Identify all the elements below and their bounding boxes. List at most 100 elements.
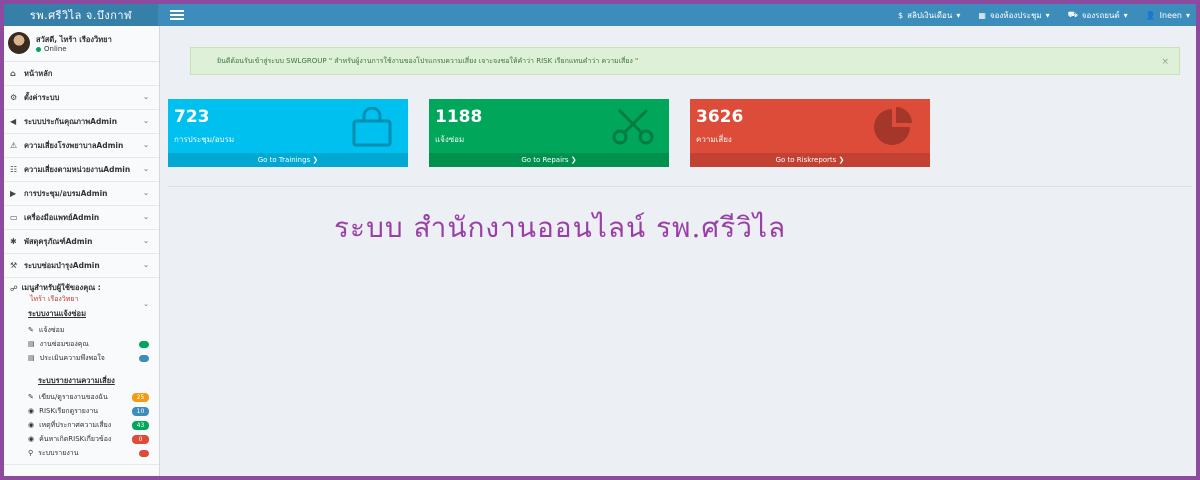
stat-box-trainings: 723 การประชุม/อบรม Go to Trainings ❯ [168, 99, 408, 167]
user-menu-title: เมนูสำหรับผู้ใช้ของคุณ : [21, 283, 101, 292]
megaphone-icon: ◀ [10, 117, 17, 126]
stat-label: การประชุม/อบรม [174, 135, 235, 144]
scissors-icon [612, 108, 654, 145]
risk-system-title: ระบบรายงานความเสี่ยง [38, 376, 115, 385]
sidebar-item-maintenance[interactable]: ⚒ ระบบซ่อมบำรุงAdmin ⌄ [4, 254, 159, 278]
sidebar-link-report-repair[interactable]: ✎ แจ้งซ่อม [10, 323, 153, 337]
sidebar-link-my-risk-reports[interactable]: ✎ เขียน/ดูรายงานของฉัน 25 [10, 390, 153, 404]
count-badge: 43 [132, 420, 149, 430]
sidebar-item-label: ระบบประกันคุณภาพAdmin [24, 116, 118, 126]
nav-label: Ineen [1159, 10, 1182, 20]
pencil-icon: ✎ [28, 326, 34, 334]
sitemap-icon: ☍ [10, 283, 18, 293]
caret-down-icon: ▾ [1123, 10, 1128, 20]
count-badge: 10 [132, 406, 149, 416]
nav-label: จองห้องประชุม [989, 10, 1042, 20]
stat-value: 3626 [696, 107, 744, 127]
stat-box-repairs: 1188 แจ้งซ่อม Go to Repairs ❯ [429, 99, 669, 167]
warning-icon: ⚠ [10, 141, 18, 150]
calendar-icon: ▦ [978, 10, 986, 20]
sidebar-link-view-risk[interactable]: ◉ RISKเรียกดูรายงาน 10 [10, 404, 153, 418]
stat-box-riskreports: 3626 ความเสี่ยง Go to Riskreports ❯ [690, 99, 930, 167]
alert-text: ยินดีต้อนรับเข้าสู่ระบบ SWLGROUP " สำหรั… [217, 56, 639, 65]
chevron-down-icon: ⌄ [143, 141, 149, 149]
wrench-icon: ✱ [10, 237, 17, 246]
content-divider [168, 186, 1192, 187]
chevron-down-icon: ⌄ [143, 117, 149, 125]
repair-system-title: ระบบงานแจ้งซ่อม [28, 309, 87, 318]
link-label: ระบบรายงาน [38, 448, 79, 457]
sidebar-item-label: ความเสี่ยงตามหน่วยงานAdmin [24, 164, 131, 174]
sidebar-item-label: พัสดุครุภัณฑ์Admin [24, 236, 93, 246]
sidebar-item-quality[interactable]: ◀ ระบบประกันคุณภาพAdmin ⌄ [4, 110, 159, 134]
link-label: แจ้งซ่อม [38, 325, 65, 334]
sidebar-item-label: ตั้งค่าระบบ [24, 92, 60, 102]
stat-value: 723 [174, 107, 210, 127]
go-to-repairs-link[interactable]: Go to Repairs ❯ [429, 153, 669, 167]
sidebar-item-unit-risk[interactable]: ☷ ความเสี่ยงตามหน่วยงานAdmin ⌄ [4, 158, 159, 182]
sidebar-item-label: ความเสี่ยงโรงพยาบาลAdmin [24, 140, 124, 150]
sidebar-link-reports[interactable]: ⚲ ระบบรายงาน [10, 446, 153, 460]
app-logo[interactable]: รพ.ศรีวิไล จ.บึงกาฬ [4, 4, 158, 26]
chevron-down-icon[interactable]: ⌄ [143, 300, 149, 308]
go-to-trainings-link[interactable]: Go to Trainings ❯ [168, 153, 408, 167]
sidebar-item-hospital-risk[interactable]: ⚠ ความเสี่ยงโรงพยาบาลAdmin ⌄ [4, 134, 159, 158]
sidebar-link-my-repairs[interactable]: ▤ งานซ่อมของคุณ [10, 337, 153, 351]
status-pill [139, 354, 149, 362]
caret-down-icon: ▾ [956, 10, 961, 20]
top-nav-menu: $ สลิปเงินเดือน ▾ ▦ จองห้องประชุม ▾ ⛟ จอ… [898, 4, 1190, 26]
user-menu-owner: ไทร้า เรืองวิทยา [30, 295, 79, 303]
sidebar-item-supplies[interactable]: ✱ พัสดุครุภัณฑ์Admin ⌄ [4, 230, 159, 254]
nav-book-car[interactable]: ⛟ จองรถยนต์ ▾ [1068, 9, 1128, 22]
nav-user-menu[interactable]: 👤 Ineen ▾ [1146, 11, 1190, 20]
sidebar-link-announced-risk[interactable]: ◉ เหตุที่ประกาศความเสี่ยง 43 [10, 418, 153, 432]
link-label: เขียน/ดูรายงานของฉัน [38, 392, 108, 401]
stat-label: ความเสี่ยง [696, 135, 732, 144]
app-frame: รพ.ศรีวิไล จ.บึงกาฬ $ สลิปเงินเดือน ▾ ▦ … [4, 4, 1196, 476]
sidebar-item-label: เครื่องมือแพทย์Admin [24, 212, 100, 222]
user-menu-header[interactable]: ☍ เมนูสำหรับผู้ใช้ของคุณ : [10, 282, 153, 294]
go-to-riskreports-link[interactable]: Go to Riskreports ❯ [690, 153, 930, 167]
avatar [8, 32, 30, 54]
count-badge: 25 [132, 392, 149, 402]
sidebar-link-satisfaction[interactable]: ▤ ประเมินความพึงพอใจ [10, 351, 153, 365]
tools-icon: ⚒ [10, 261, 18, 270]
chevron-down-icon: ⌄ [143, 165, 149, 173]
nav-label: จองรถยนต์ [1081, 10, 1120, 20]
chevron-down-icon: ⌄ [143, 213, 149, 221]
sidebar-item-label: หน้าหลัก [24, 68, 53, 78]
close-icon[interactable]: × [1161, 57, 1169, 67]
chevron-down-icon: ⌄ [143, 189, 149, 197]
caret-down-icon: ▾ [1045, 10, 1050, 20]
list-icon: ▤ [28, 340, 35, 348]
sidebar-item-settings[interactable]: ⚙ ตั้งค่าระบบ ⌄ [4, 86, 159, 110]
sidebar-item-meeting[interactable]: ▶ การประชุม/อบรมAdmin ⌄ [4, 182, 159, 206]
sidebar-item-home[interactable]: ⌂ หน้าหลัก [4, 62, 159, 86]
car-icon: ⛟ [1067, 10, 1078, 19]
nav-label: สลิปเงินเดือน [907, 10, 953, 20]
home-icon: ⌂ [10, 69, 16, 78]
eye-icon: ◉ [28, 421, 35, 429]
sidebar-item-medical-devices[interactable]: ▭ เครื่องมือแพทย์Admin ⌄ [4, 206, 159, 230]
meeting-icon: ▶ [10, 189, 17, 198]
gear-icon: ⚙ [10, 93, 18, 102]
status-pill [139, 340, 149, 348]
user-status: Online [36, 45, 67, 53]
link-label: ประเมินความพึงพอใจ [39, 353, 105, 362]
stat-label: แจ้งซ่อม [435, 135, 465, 144]
user-icon: 👤 [1145, 10, 1156, 20]
link-label: เหตุที่ประกาศความเสี่ยง [39, 420, 112, 429]
sidebar-link-related-risk[interactable]: ◉ ค้นหาเกิดRISKเกี่ยวข้อง 0 [10, 432, 153, 446]
welcome-alert: ยินดีต้อนรับเข้าสู่ระบบ SWLGROUP " สำหรั… [190, 47, 1180, 75]
laptop-icon: ▭ [10, 213, 18, 222]
user-panel: สวัสดี, ไทร้า เรืองวิทยา Online [4, 26, 159, 62]
chevron-down-icon: ⌄ [143, 237, 149, 245]
list-icon: ▤ [28, 354, 35, 362]
sidebar-toggle-icon[interactable] [170, 10, 184, 20]
sidebar-item-label: การประชุม/อบรมAdmin [24, 188, 108, 198]
nav-salary-slip[interactable]: $ สลิปเงินเดือน ▾ [898, 9, 960, 22]
report-icon: ☷ [10, 165, 18, 174]
sidebar: สวัสดี, ไทร้า เรืองวิทยา Online ⌂ หน้าหล… [4, 26, 160, 476]
nav-book-meeting-room[interactable]: ▦ จองห้องประชุม ▾ [978, 9, 1049, 22]
stat-value: 1188 [435, 107, 483, 127]
